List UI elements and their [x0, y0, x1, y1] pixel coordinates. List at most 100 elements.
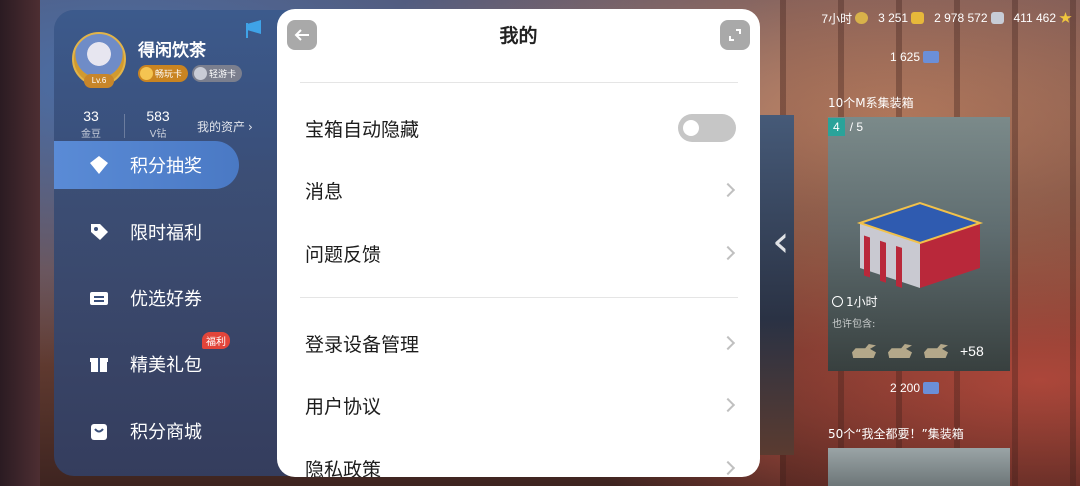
crate-progress: 4 / 5: [828, 117, 868, 137]
diamond-icon: [90, 156, 108, 174]
crate-rewards: +58: [852, 343, 984, 359]
sheet-title: 我的: [499, 25, 538, 47]
background-center-strip: [760, 115, 794, 455]
scroll-left-arrow-icon[interactable]: ‹: [772, 210, 792, 274]
ticket-icon: [90, 292, 108, 305]
silver-icon: [990, 12, 1004, 24]
user-agreement-row[interactable]: 用户协议: [277, 377, 760, 433]
settings-sheet: 我的 宝箱自动隐藏 消息 问题反馈 登录设备管理 用户协议 隐私政策: [277, 9, 760, 477]
tag-play-card-label: 畅玩卡: [155, 70, 183, 80]
auto-hide-chest-label: 宝箱自动隐藏: [305, 118, 420, 141]
level-badge: Lv.6: [84, 74, 114, 88]
xp-balance[interactable]: 411 462: [1014, 11, 1073, 25]
stat-v-diamonds-label: V钻: [149, 129, 167, 140]
more-rewards-count: +58: [960, 343, 984, 359]
my-assets-link[interactable]: 我的资产 ›: [197, 118, 253, 135]
flag-icon[interactable]: [244, 18, 266, 40]
stat-v-diamonds[interactable]: 583 V钻: [135, 108, 181, 140]
feedback-row[interactable]: 问题反馈: [277, 225, 760, 281]
chevron-right-icon: [720, 245, 736, 261]
crate-price: 2 200: [890, 381, 940, 395]
nav-drawer: Lv.6 得闲饮茶 畅玩卡 轻游卡 33 金豆 583 V钻 我的资产 › 积分…: [54, 10, 294, 476]
next-crate-title: 50个“我全都要！”集装箱: [828, 427, 964, 441]
tank-icon: [888, 344, 912, 358]
premium-icon: [855, 12, 869, 24]
chevron-right-icon: [720, 397, 736, 413]
nav-item-coupons[interactable]: 优选好券: [54, 274, 294, 322]
stat-gold-beans[interactable]: 33 金豆: [68, 108, 114, 140]
nav-item-label: 限时福利: [130, 223, 202, 244]
next-crate-card[interactable]: [828, 448, 1010, 486]
background-left-strip: [0, 0, 40, 486]
crate-progress-total: 5: [856, 120, 864, 134]
premium-time-value: 7小时: [821, 11, 853, 26]
star-icon: [194, 67, 208, 80]
clock-icon: [832, 296, 843, 307]
stat-divider: [124, 114, 125, 138]
privacy-policy-label: 隐私政策: [305, 458, 382, 478]
auto-hide-chest-row: 宝箱自动隐藏: [277, 100, 760, 156]
crate-timer: 1小时: [832, 293, 878, 310]
crate-card[interactable]: 4 / 5 1小时 也许包含: +58: [828, 117, 1010, 371]
section-divider: [300, 82, 738, 83]
tag-light-card[interactable]: 轻游卡: [192, 65, 243, 82]
tag-icon: [91, 224, 108, 240]
nav-item-label: 积分商城: [130, 422, 202, 443]
crate-image: [856, 201, 984, 288]
gold-balance[interactable]: 3 251: [878, 11, 925, 25]
section-divider: [300, 297, 738, 298]
chevron-right-icon: [720, 335, 736, 351]
tag-play-card[interactable]: 畅玩卡: [138, 65, 189, 82]
device-management-row[interactable]: 登录设备管理: [277, 315, 760, 371]
membership-tags: 畅玩卡 轻游卡: [138, 65, 243, 82]
my-assets-label: 我的资产: [197, 120, 246, 134]
privacy-policy-row[interactable]: 隐私政策: [277, 440, 760, 477]
messages-label: 消息: [305, 180, 344, 203]
username: 得闲饮茶: [138, 41, 206, 61]
silver-value: 2 978 572: [934, 11, 988, 25]
star-icon: [1059, 12, 1072, 23]
tank-icon: [924, 344, 948, 358]
nav-item-label: 精美礼包: [130, 355, 202, 376]
messages-row[interactable]: 消息: [277, 162, 760, 218]
xp-value: 411 462: [1013, 11, 1057, 25]
gift-icon: [90, 358, 108, 372]
currency-bar: 7小时 3 251 2 978 572 411 462: [756, 6, 1080, 30]
user-agreement-label: 用户协议: [305, 395, 382, 418]
nav-item-points-lottery[interactable]: 积分抽奖: [54, 141, 239, 189]
chevron-right-icon: ›: [248, 119, 253, 134]
crate-price-value: 2 200: [890, 381, 921, 395]
tank-icon: [852, 344, 876, 358]
benefit-badge: 福利: [202, 332, 230, 349]
nav-item-label: 积分抽奖: [130, 156, 202, 177]
expand-button[interactable]: [720, 20, 750, 50]
gold-icon: [911, 12, 925, 24]
stat-gold-beans-label: 金豆: [81, 129, 101, 140]
sheet-header: 我的: [277, 9, 760, 59]
device-management-label: 登录设备管理: [305, 333, 420, 356]
bond-icon: [923, 51, 940, 63]
toggle-knob: [683, 120, 699, 136]
chevron-right-icon: [720, 460, 736, 476]
stat-gold-beans-value: 33: [83, 108, 99, 124]
bond-icon: [923, 382, 940, 394]
crate-timer-value: 1小时: [846, 295, 878, 309]
tag-light-card-label: 轻游卡: [209, 70, 237, 80]
chevron-right-icon: [720, 182, 736, 198]
crate-price-top: 1 625: [890, 50, 940, 64]
nav-item-limited-benefits[interactable]: 限时福利: [54, 208, 294, 256]
silver-balance[interactable]: 2 978 572: [934, 11, 1004, 25]
premium-time: 7小时: [821, 10, 869, 27]
crate-price-top-value: 1 625: [890, 50, 921, 64]
auto-hide-chest-toggle[interactable]: [678, 114, 736, 142]
expand-icon: [729, 29, 741, 41]
maybe-contains-label: 也许包含:: [832, 319, 876, 330]
nav-item-gift-packs[interactable]: 精美礼包 福利: [54, 332, 294, 388]
gold-value: 3 251: [878, 11, 909, 25]
asset-stats: 33 金豆 583 V钻 我的资产 ›: [68, 108, 253, 140]
feedback-label: 问题反馈: [305, 243, 382, 266]
stat-v-diamonds-value: 583: [146, 108, 170, 124]
shield-icon: [140, 67, 153, 80]
nav-item-points-mall[interactable]: 积分商城: [54, 407, 294, 455]
crate-title: 10个M系集装箱: [828, 96, 914, 110]
